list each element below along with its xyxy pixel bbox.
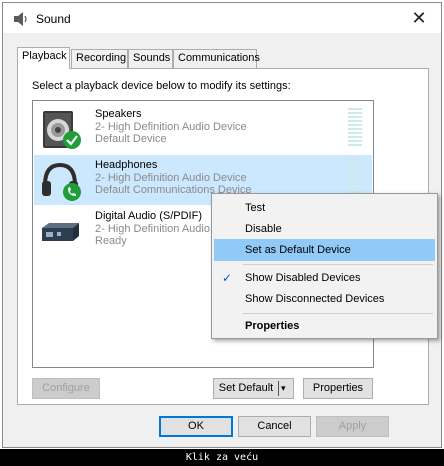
window-title: Sound bbox=[36, 12, 71, 26]
dropdown-arrow-icon[interactable]: ▾ bbox=[281, 383, 286, 394]
title-bar: Sound ✕ bbox=[3, 3, 441, 33]
menu-item-test[interactable]: Test bbox=[214, 197, 435, 219]
level-meter bbox=[348, 108, 362, 148]
speakers-icon bbox=[43, 111, 81, 149]
close-button[interactable]: ✕ bbox=[397, 3, 441, 33]
headphones-icon bbox=[42, 162, 81, 201]
menu-item-set-default-device[interactable]: Set as Default Device bbox=[214, 239, 435, 261]
menu-item-show-disconnected[interactable]: Show Disconnected Devices bbox=[214, 288, 435, 310]
set-default-split-button: Set Default ▾ bbox=[213, 378, 294, 399]
configure-button[interactable]: Configure bbox=[32, 378, 100, 399]
ok-button[interactable]: OK bbox=[159, 416, 233, 437]
device-item-speakers[interactable]: Speakers 2- High Definition Audio Device… bbox=[34, 104, 372, 154]
apply-button[interactable]: Apply bbox=[316, 416, 389, 437]
checkmark-icon: ✓ bbox=[222, 271, 233, 285]
menu-separator bbox=[243, 264, 433, 265]
context-menu: Test Disable Set as Default Device ✓ Sho… bbox=[211, 193, 438, 339]
close-icon: ✕ bbox=[411, 8, 427, 28]
device-name: Digital Audio (S/PDIF) bbox=[95, 210, 202, 222]
menu-item-label: Show Disabled Devices bbox=[245, 272, 361, 284]
speaker-icon bbox=[14, 12, 27, 26]
menu-separator bbox=[243, 313, 433, 314]
device-driver: 2- High Definition Audio Device bbox=[95, 121, 247, 133]
default-check-badge bbox=[63, 131, 81, 149]
menu-item-disable[interactable]: Disable bbox=[214, 218, 435, 240]
device-name: Headphones bbox=[95, 159, 158, 171]
tab-sounds[interactable]: Sounds bbox=[128, 49, 173, 68]
device-status: Ready bbox=[95, 235, 127, 247]
image-caption[interactable]: Klik za veću bbox=[0, 449, 444, 466]
device-driver: 2- High Definition Audio Device bbox=[95, 172, 247, 184]
instruction-text: Select a playback device below to modify… bbox=[32, 80, 291, 92]
tab-communications[interactable]: Communications bbox=[173, 49, 260, 68]
device-status: Default Device bbox=[95, 133, 167, 145]
properties-button[interactable]: Properties bbox=[303, 378, 373, 399]
tab-recording[interactable]: Recording bbox=[71, 49, 128, 68]
menu-item-properties[interactable]: Properties bbox=[214, 315, 435, 337]
cancel-button[interactable]: Cancel bbox=[238, 416, 311, 437]
tab-playback[interactable]: Playback bbox=[17, 47, 70, 69]
split-divider bbox=[278, 381, 279, 396]
device-name: Speakers bbox=[95, 108, 142, 120]
menu-item-show-disabled[interactable]: ✓ Show Disabled Devices bbox=[214, 267, 435, 289]
digital-audio-icon bbox=[42, 223, 79, 241]
set-default-button[interactable]: Set Default bbox=[214, 379, 278, 398]
